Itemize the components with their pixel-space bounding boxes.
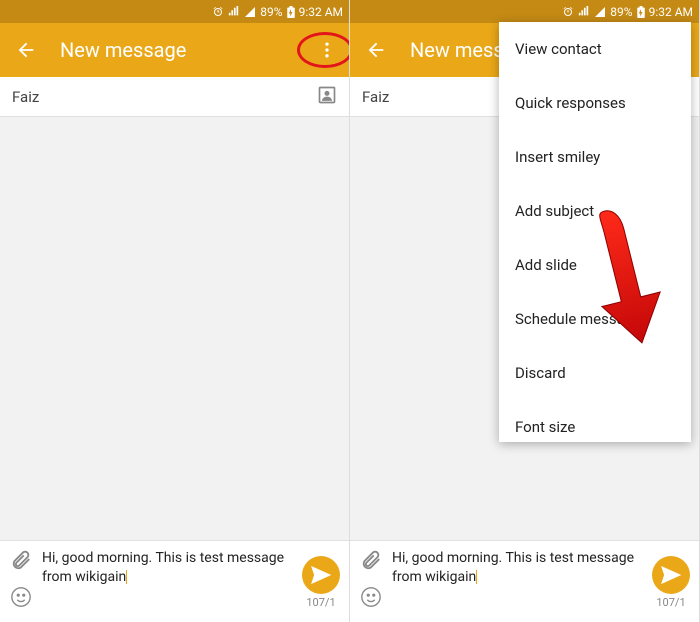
- signal-icon: [228, 6, 240, 18]
- back-button[interactable]: [10, 34, 42, 66]
- char-counter: 107/1: [656, 596, 685, 609]
- status-bar: 89% 9:32 AM: [350, 0, 699, 23]
- attach-icon[interactable]: [10, 549, 32, 575]
- message-input-text: Hi, good morning. This is test message f…: [392, 550, 634, 585]
- battery-percent: 89%: [260, 5, 282, 19]
- menu-insert-smiley[interactable]: Insert smiley: [499, 130, 691, 184]
- send-button[interactable]: [302, 556, 340, 594]
- menu-discard[interactable]: Discard: [499, 346, 691, 400]
- text-cursor: [126, 570, 127, 584]
- menu-quick-responses[interactable]: Quick responses: [499, 76, 691, 130]
- char-counter: 107/1: [306, 596, 335, 609]
- screenshot-left: 89% 9:32 AM New message Faiz: [0, 0, 350, 622]
- overflow-menu: View contact Quick responses Insert smil…: [499, 22, 691, 442]
- recipient-row[interactable]: Faiz: [0, 77, 349, 117]
- attach-icon[interactable]: [360, 549, 382, 575]
- signal-icon: [578, 6, 590, 18]
- menu-view-contact[interactable]: View contact: [499, 22, 691, 76]
- battery-charging-icon: [287, 6, 295, 18]
- send-button[interactable]: [652, 556, 690, 594]
- page-title: New message: [60, 38, 293, 62]
- clock-time: 9:32 AM: [299, 5, 343, 19]
- screenshot-right: 89% 9:32 AM New messa Faiz H: [350, 0, 700, 622]
- menu-font-size[interactable]: Font size: [499, 400, 691, 442]
- smiley-icon[interactable]: [10, 586, 32, 612]
- alarm-icon: [212, 6, 224, 18]
- contact-picker-icon[interactable]: [317, 85, 337, 109]
- back-button[interactable]: [360, 34, 392, 66]
- message-body-area[interactable]: [0, 117, 349, 539]
- signal-icon-2: [244, 6, 256, 18]
- message-input[interactable]: Hi, good morning. This is test message f…: [40, 547, 295, 618]
- menu-schedule-message[interactable]: Schedule message: [499, 292, 691, 346]
- message-input-text: Hi, good morning. This is test message f…: [42, 550, 284, 585]
- composer-bar: Hi, good morning. This is test message f…: [350, 540, 699, 622]
- recipient-name: Faiz: [362, 88, 389, 106]
- recipient-name: Faiz: [12, 88, 39, 106]
- status-bar: 89% 9:32 AM: [0, 0, 349, 23]
- smiley-icon[interactable]: [360, 586, 382, 612]
- message-input[interactable]: Hi, good morning. This is test message f…: [390, 547, 645, 618]
- alarm-icon: [562, 6, 574, 18]
- menu-add-slide[interactable]: Add slide: [499, 238, 691, 292]
- signal-icon-2: [594, 6, 606, 18]
- battery-percent: 89%: [610, 5, 632, 19]
- battery-charging-icon: [637, 6, 645, 18]
- menu-add-subject[interactable]: Add subject: [499, 184, 691, 238]
- text-cursor: [476, 570, 477, 584]
- clock-time: 9:32 AM: [649, 5, 693, 19]
- app-bar: New message: [0, 23, 349, 77]
- composer-bar: Hi, good morning. This is test message f…: [0, 540, 349, 622]
- overflow-menu-button[interactable]: [311, 34, 343, 66]
